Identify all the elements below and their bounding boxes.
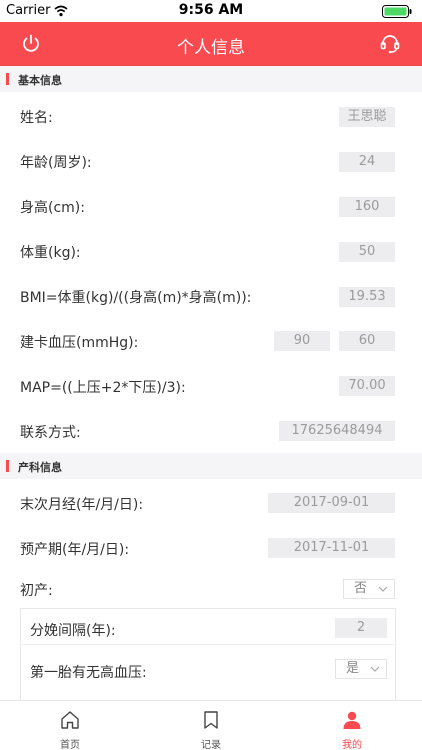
primipara-label: 初产: [20,583,53,599]
bmi-label: BMI=体重(kg)/((身高(m)*身高(m)): [20,290,252,306]
battery-icon [382,5,412,18]
height-field[interactable]: 160 [339,197,395,217]
user-icon [343,711,361,729]
primipara-select[interactable]: 否 [343,579,395,599]
section-header-basic: 基本信息 [0,66,422,92]
interval-field[interactable]: 2 [335,618,387,638]
bookmark-icon [204,711,218,729]
section-title-basic: 基本信息 [18,74,62,87]
tab-bar: 首页 记录 我的 [0,700,422,750]
interval-label: 分娩间隔(年): [30,623,116,639]
weight-label: 体重(kg): [20,245,81,261]
tab-home[interactable]: 首页 [0,701,140,750]
tab-home-label: 首页 [60,740,80,750]
first-hypertension-value: 是 [346,661,360,676]
systolic-field[interactable]: 90 [274,331,330,351]
lmp-date-field[interactable]: 2017-09-01 [268,493,395,513]
tab-mine-label: 我的 [342,740,362,750]
name-field[interactable]: 王思聪 [339,107,395,127]
home-icon [61,711,79,729]
chevron-down-icon [378,586,388,592]
tab-mine[interactable]: 我的 [282,701,422,750]
first-hypertension-select[interactable]: 是 [335,659,387,679]
primipara-value: 否 [354,581,368,596]
tab-records[interactable]: 记录 [141,701,281,750]
map-label: MAP=((上压+2*下压)/3): [20,380,186,396]
first-hypertension-label: 第一胎有无高血压: [30,665,147,681]
divider [20,644,396,645]
section-header-obstetric: 产科信息 [0,453,422,479]
tab-records-label: 记录 [201,740,221,750]
contact-label: 联系方式: [20,425,81,441]
weight-field[interactable]: 50 [339,242,395,262]
clock-time: 9:56 AM [178,2,244,18]
age-label: 年龄(周岁): [20,155,92,171]
section-accent-bar [6,73,9,85]
map-field: 70.00 [339,376,395,396]
age-field[interactable]: 24 [339,152,395,172]
lmp-label: 末次月经(年/月/日): [20,497,144,513]
name-label: 姓名: [20,110,53,126]
chevron-down-icon [370,666,380,672]
edd-date-field[interactable]: 2017-11-01 [268,538,395,558]
contact-field[interactable]: 17625648494 [279,421,395,441]
status-bar: Carrier 9:56 AM [0,0,422,22]
diastolic-field[interactable]: 60 [339,331,395,351]
page-title: 个人信息 [177,38,245,58]
height-label: 身高(cm): [20,200,85,216]
section-accent-bar [6,460,9,472]
customer-service-icon[interactable] [378,32,402,56]
bmi-field: 19.53 [339,287,395,307]
blood-pressure-label: 建卡血压(mmHg): [20,335,139,351]
section-title-obstetric: 产科信息 [18,461,62,474]
edd-label: 预产期(年/月/日): [20,542,130,558]
nav-bar: 个人信息 [0,22,422,66]
